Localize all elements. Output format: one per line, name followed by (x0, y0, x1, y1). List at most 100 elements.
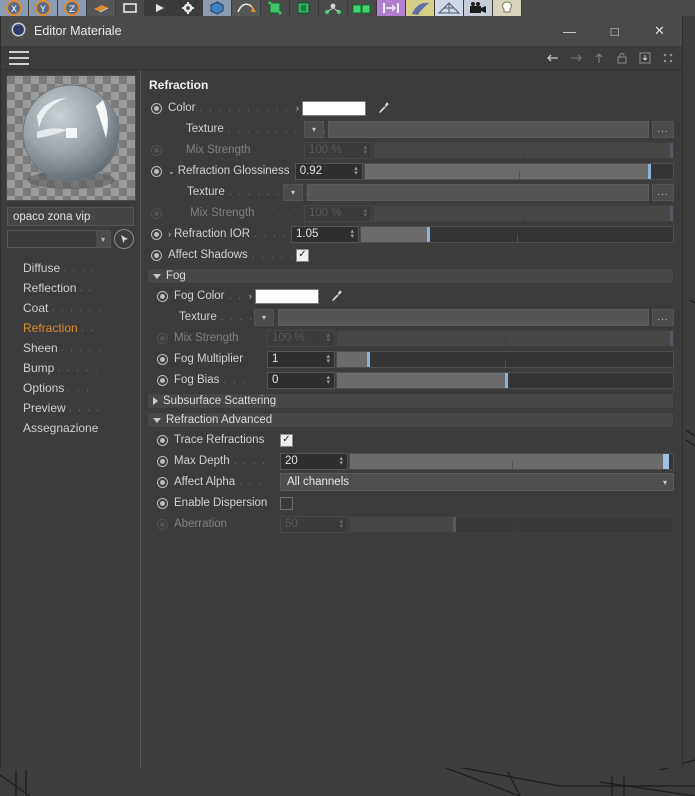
lock-icon[interactable] (612, 48, 632, 68)
toolbar-icon-axis-y[interactable]: Y (29, 0, 58, 16)
mix-strength-1-value[interactable]: 100 % ▴ ▾ (304, 141, 372, 159)
spinner-icon[interactable]: ▴ ▾ (339, 455, 343, 467)
window-titlebar[interactable]: Editor Materiale — □ ✕ (1, 16, 682, 46)
toolbar-icon-cube-primitive[interactable] (203, 0, 232, 16)
window-controls[interactable]: — □ ✕ (547, 16, 682, 46)
channel-item-sheen[interactable]: Sheen . . . . . (23, 338, 136, 358)
pick-material-icon[interactable] (114, 229, 134, 249)
animate-toggle-affect-shadows[interactable] (151, 249, 162, 261)
material-name-field[interactable]: opaco zona vip (7, 207, 134, 226)
channel-item-diffuse[interactable]: Diffuse . . . . (23, 258, 136, 278)
texture-dropdown-button-2[interactable]: ▾ (283, 183, 303, 201)
toolbar-icon-mograph-effector[interactable] (377, 0, 406, 16)
animate-toggle-aberration[interactable] (157, 518, 168, 530)
fog-bias-slider[interactable] (336, 371, 674, 389)
toolbar-icon-axis-z[interactable]: Z (58, 0, 87, 16)
texture-browse-button-fog[interactable]: ... (652, 308, 674, 326)
fog-color-swatch[interactable] (254, 288, 319, 304)
eyedropper-icon[interactable] (374, 99, 392, 117)
maximize-button[interactable]: □ (592, 16, 637, 46)
aberration-slider[interactable] (349, 515, 674, 533)
spinner-icon[interactable]: ▴ ▾ (326, 353, 330, 365)
animate-toggle-trace-refractions[interactable] (157, 434, 168, 446)
eyedropper-icon[interactable] (327, 287, 345, 305)
texture-field-2[interactable] (307, 183, 649, 201)
toolbar-icon-array-object[interactable] (290, 0, 319, 16)
group-subsurface-scattering[interactable]: Subsurface Scattering (147, 393, 674, 409)
ior-value[interactable]: 1.05 ▴ ▾ (291, 225, 359, 243)
collapse-glossiness-icon[interactable]: ⌄ (168, 167, 175, 176)
spinner-icon[interactable]: ▴ ▾ (326, 332, 330, 344)
minimize-button[interactable]: — (547, 16, 592, 46)
texture-dropdown-button-1[interactable]: ▾ (304, 120, 324, 138)
enable-dispersion-checkbox[interactable] (280, 496, 293, 510)
affect-shadows-checkbox[interactable]: ✓ (296, 248, 309, 262)
affect-alpha-dropdown[interactable]: All channels ▾ (280, 473, 674, 491)
spinner-icon[interactable]: ▴ ▾ (363, 144, 367, 156)
animate-toggle-fog-color[interactable] (157, 290, 168, 302)
toolbar-icon-mograph-cloner[interactable] (348, 0, 377, 16)
fog-bias-value[interactable]: 0 ▴ ▾ (267, 371, 335, 389)
material-combo[interactable]: ▾ (7, 230, 111, 248)
toolbar-icon-render-region[interactable] (116, 0, 145, 16)
glossiness-slider[interactable] (363, 162, 674, 180)
spinner-icon[interactable]: ▴ ▾ (363, 207, 367, 219)
animate-toggle-affect-alpha[interactable] (157, 476, 168, 488)
close-button[interactable]: ✕ (637, 16, 682, 46)
toolbar-icon-hair-object[interactable] (406, 0, 435, 16)
color-swatch[interactable] (301, 100, 366, 116)
animate-toggle-mix-2[interactable] (151, 207, 162, 219)
mix-strength-2-value[interactable]: 100 % ▴ ▾ (304, 204, 372, 222)
toolbar-icon-render-view[interactable] (145, 0, 174, 16)
channel-item-refraction[interactable]: Refraction . . (23, 318, 136, 338)
toolbar-icon-render-settings[interactable] (174, 0, 203, 16)
toolbar-icon-spline-pen[interactable] (232, 0, 261, 16)
spinner-icon[interactable]: ▴ ▾ (354, 165, 358, 177)
ior-slider[interactable] (360, 225, 674, 243)
texture-browse-button-2[interactable]: ... (652, 183, 674, 201)
glossiness-value[interactable]: 0.92 ▴ ▾ (294, 162, 363, 180)
channel-item-coat[interactable]: Coat . . . . . . (23, 298, 136, 318)
nav-forward-icon[interactable] (566, 48, 586, 68)
toolbar-icon-move-object[interactable] (87, 0, 116, 16)
max-depth-value[interactable]: 20 ▴ ▾ (280, 452, 348, 470)
expand-color-icon[interactable]: › (296, 103, 299, 113)
toolbar-icon-light[interactable] (493, 0, 522, 16)
trace-refractions-checkbox[interactable]: ✓ (280, 433, 293, 447)
spinner-icon[interactable]: ▴ ▾ (326, 374, 330, 386)
channel-item-assegnazione[interactable]: Assegnazione (23, 418, 136, 438)
texture-dropdown-button-fog[interactable]: ▾ (254, 308, 274, 326)
animate-toggle-glossiness[interactable] (151, 165, 162, 177)
animate-toggle-fog-multiplier[interactable] (157, 353, 168, 365)
pin-icon[interactable] (635, 48, 655, 68)
channel-item-preview[interactable]: Preview . . . . (23, 398, 136, 418)
spinner-icon[interactable]: ▴ ▾ (350, 228, 354, 240)
animate-toggle-ior[interactable] (151, 228, 162, 240)
fog-multiplier-value[interactable]: 1 ▴ ▾ (267, 350, 335, 368)
group-refraction-advanced[interactable]: Refraction Advanced (147, 412, 674, 428)
animate-toggle-color[interactable] (151, 102, 162, 114)
nav-back-icon[interactable] (543, 48, 563, 68)
window-menubar[interactable] (1, 46, 682, 70)
options-icon[interactable] (658, 48, 678, 68)
fog-mix-value[interactable]: 100 % ▴ ▾ (267, 329, 335, 347)
toolbar-icon-camera[interactable] (464, 0, 493, 16)
max-depth-slider[interactable] (349, 452, 674, 470)
toolbar-icon-nurbs-extrude[interactable] (261, 0, 290, 16)
fog-mix-slider[interactable] (336, 329, 674, 347)
toolbar-icon-deformer[interactable] (319, 0, 348, 16)
animate-toggle-max-depth[interactable] (157, 455, 168, 467)
animate-toggle-enable-dispersion[interactable] (157, 497, 168, 509)
nav-up-icon[interactable] (589, 48, 609, 68)
mix-strength-1-slider[interactable] (373, 141, 674, 159)
mix-strength-2-slider[interactable] (373, 204, 674, 222)
channel-item-options[interactable]: Options . . . (23, 378, 136, 398)
expand-fog-color-icon[interactable]: › (249, 291, 252, 301)
chevron-down-icon[interactable]: ▾ (96, 231, 110, 247)
app-toolbar[interactable]: X Y Z (0, 0, 695, 16)
channel-item-bump[interactable]: Bump . . . . . (23, 358, 136, 378)
animate-toggle-fog-bias[interactable] (157, 374, 168, 386)
animate-toggle-fog-mix[interactable] (157, 332, 168, 344)
toolbar-icon-scene-grid[interactable] (435, 0, 464, 16)
texture-field-1[interactable] (328, 120, 649, 138)
